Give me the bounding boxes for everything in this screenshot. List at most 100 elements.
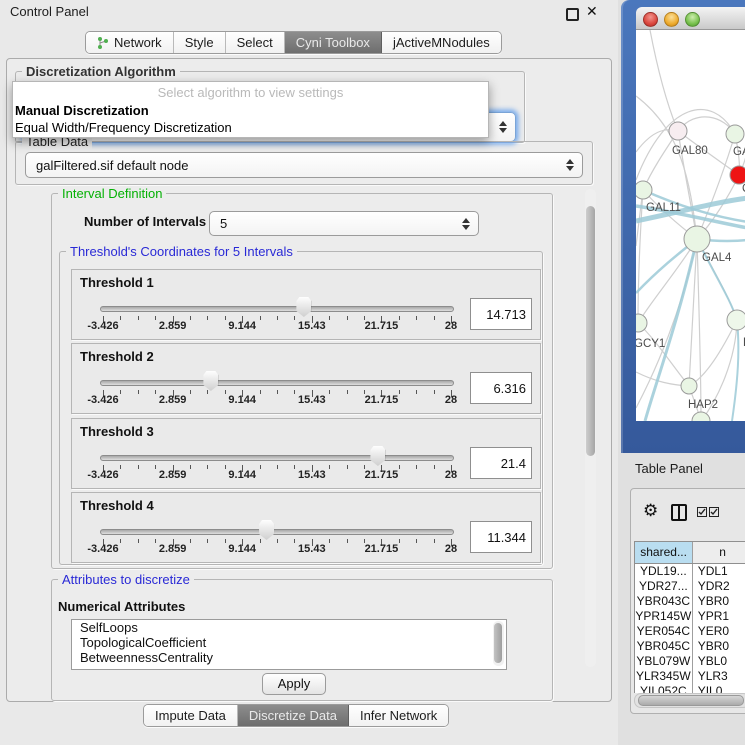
threshold-value-field[interactable]: 21.4 <box>470 447 532 479</box>
network-node-gal11[interactable] <box>636 181 652 199</box>
tab-discretize-data[interactable]: Discretize Data <box>238 705 349 726</box>
number-of-intervals-value: 5 <box>220 216 227 231</box>
slider-tick <box>207 390 208 394</box>
zoom-traffic-light-icon[interactable] <box>685 12 700 27</box>
table-cell: YBR045C <box>635 639 693 654</box>
numerical-attributes-label: Numerical Attributes <box>58 599 185 614</box>
tab-infer-network[interactable]: Infer Network <box>349 705 448 726</box>
bottom-tab-bar: Impute DataDiscretize DataInfer Network <box>143 704 449 727</box>
table-row[interactable]: YER054CYER0 <box>635 624 745 639</box>
network-node-label: GAL4 <box>702 252 732 264</box>
threshold-value-field[interactable]: 6.316 <box>470 372 532 404</box>
slider-thumb[interactable] <box>296 297 311 317</box>
table-row[interactable]: YBL079WYBL0 <box>635 654 745 669</box>
slider-tick <box>347 316 348 320</box>
algorithm-dropdown-prompt: Select algorithm to view settings <box>13 82 488 102</box>
table-row[interactable]: YBR045CYBR0 <box>635 639 745 654</box>
attribute-list-item[interactable]: TopologicalCoefficient <box>72 635 506 650</box>
slider-thumb[interactable] <box>370 446 385 466</box>
network-edge-highlighted <box>732 320 738 421</box>
network-node-bottom-node[interactable] <box>692 412 710 421</box>
network-node-hap2[interactable] <box>681 378 697 394</box>
table-row[interactable]: YDR27...YDR2 <box>635 579 745 594</box>
slider-tick <box>190 390 191 394</box>
network-canvas[interactable]: GAL80GACGAL11GAL4GCY1HHAP2 <box>636 30 745 421</box>
slider-track[interactable] <box>100 529 454 535</box>
table-cell: YPR145W <box>635 609 693 624</box>
dropdown-item[interactable]: Equal Width/Frequency Discretization <box>13 119 488 136</box>
table-panel-title: Table Panel <box>635 461 703 476</box>
slider-tick-label: -3.426 <box>87 543 118 555</box>
slider-tick-label: 9.144 <box>228 394 256 406</box>
close-traffic-light-icon[interactable] <box>643 12 658 27</box>
slider-track[interactable] <box>100 306 454 312</box>
slider-tick <box>138 390 139 394</box>
attribute-list-item[interactable]: SelfLoops <box>72 620 506 635</box>
tab-network[interactable]: Network <box>86 32 174 53</box>
table-row[interactable]: YPR145WYPR1 <box>635 609 745 624</box>
table-cell: YDL19... <box>635 564 693 579</box>
table-data-combo-value: galFiltered.sif default node <box>36 158 188 173</box>
tab-select[interactable]: Select <box>226 32 285 53</box>
table-row[interactable]: YIL052CYIL0 <box>635 684 745 693</box>
network-node-gcy1[interactable] <box>636 314 647 332</box>
table-row[interactable]: YDL19...YDL1 <box>635 564 745 579</box>
table-header-row[interactable]: shared...n <box>635 542 745 564</box>
network-node-h-node[interactable] <box>727 310 745 330</box>
slider-tick <box>120 316 121 320</box>
tab-jactivemnodules[interactable]: jActiveMNodules <box>382 32 501 53</box>
table-cell: YPR1 <box>693 609 745 624</box>
numerical-attributes-list[interactable]: SelfLoopsTopologicalCoefficientBetweenne… <box>71 619 507 670</box>
tab-cyni-toolbox[interactable]: Cyni Toolbox <box>285 32 382 53</box>
checkbox-icon[interactable] <box>697 507 707 517</box>
table-horizontal-scrollbar[interactable] <box>634 693 745 708</box>
threshold-panel: Threshold 3-3.4262.8599.14415.4321.71528… <box>71 418 541 489</box>
network-node-gal4[interactable] <box>684 226 710 252</box>
minimize-traffic-light-icon[interactable] <box>664 12 679 27</box>
page-title: Control Panel <box>10 4 89 19</box>
gear-icon[interactable]: ⚙ <box>643 502 658 519</box>
close-icon[interactable]: ✕ <box>586 3 598 20</box>
table-column-header[interactable]: n <box>693 542 745 563</box>
slider-tick <box>155 539 156 543</box>
columns-icon[interactable] <box>671 504 687 521</box>
tab-style[interactable]: Style <box>174 32 226 53</box>
table-row[interactable]: YBR043CYBR0 <box>635 594 745 609</box>
panel-scrollbar[interactable] <box>585 189 596 667</box>
threshold-panel: Threshold 1-3.4262.8599.14415.4321.71528… <box>71 269 541 340</box>
network-node-top-right[interactable] <box>726 125 744 143</box>
slider-thumb[interactable] <box>203 371 218 391</box>
slider-tick <box>225 465 226 469</box>
threshold-value-field[interactable]: 14.713 <box>470 298 532 330</box>
attributes-list-scrollbar[interactable] <box>493 621 504 666</box>
table-row[interactable]: YLR345WYLR3 <box>635 669 745 684</box>
attribute-list-item[interactable]: BetweennessCentrality <box>72 650 506 665</box>
slider-tick <box>294 390 295 394</box>
table-data-combobox[interactable]: galFiltered.sif default node <box>25 152 583 178</box>
slider-tick-label: 15.43 <box>298 543 326 555</box>
slider-track[interactable] <box>100 455 454 461</box>
tab-label: Select <box>237 35 273 50</box>
apply-button[interactable]: Apply <box>262 673 326 695</box>
slider-tick-label: 28 <box>445 394 457 406</box>
node-attribute-table[interactable]: shared...n YDL19...YDL1YDR27...YDR2YBR04… <box>634 541 745 693</box>
tab-label: Network <box>114 35 162 50</box>
tab-impute-data[interactable]: Impute Data <box>144 705 238 726</box>
slider-tick <box>329 316 330 320</box>
dropdown-item[interactable]: Manual Discretization <box>13 102 488 119</box>
table-cell: YDR27... <box>635 579 693 594</box>
tab-label: Cyni Toolbox <box>296 35 370 50</box>
slider-thumb[interactable] <box>259 520 274 540</box>
network-window-titlebar[interactable] <box>636 7 745 30</box>
threshold-value-field[interactable]: 11.344 <box>470 521 532 553</box>
number-of-intervals-combobox[interactable]: 5 <box>209 211 479 236</box>
network-node-red[interactable] <box>730 166 745 184</box>
network-window-frame[interactable]: GAL80GACGAL11GAL4GCY1HHAP2 <box>621 0 745 453</box>
network-node-gal80[interactable] <box>669 122 687 140</box>
table-column-header[interactable]: shared... <box>635 542 693 563</box>
checkbox-icon[interactable] <box>709 507 719 517</box>
float-window-icon[interactable] <box>566 8 579 21</box>
table-cell: YDL1 <box>693 564 745 579</box>
network-graph[interactable]: GAL80GACGAL11GAL4GCY1HHAP2 <box>636 30 745 421</box>
slider-track[interactable] <box>100 380 454 386</box>
